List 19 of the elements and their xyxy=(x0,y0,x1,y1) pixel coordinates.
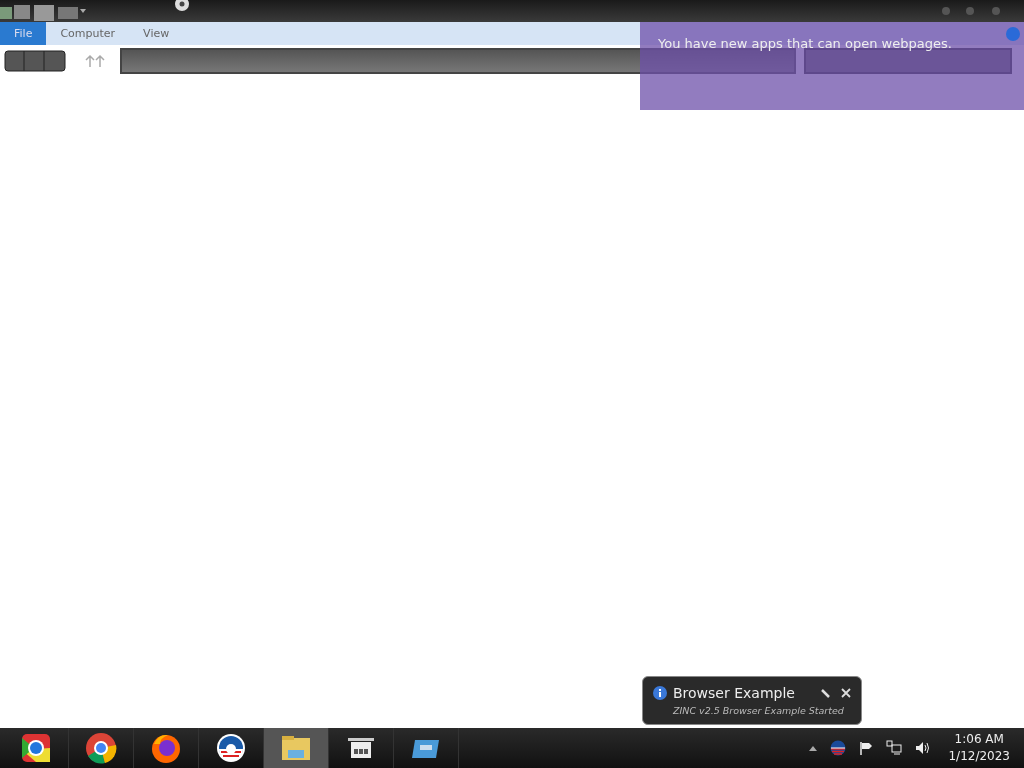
flag-badge-icon[interactable] xyxy=(830,740,847,756)
gear-icon[interactable] xyxy=(174,0,190,12)
info-icon xyxy=(653,686,667,700)
flag-icon[interactable] xyxy=(858,740,875,756)
navigation-buttons-icon[interactable] xyxy=(4,49,66,73)
balloon-message: ZINC v2.5 Browser Example Started xyxy=(672,705,845,716)
network-icon[interactable] xyxy=(886,740,903,756)
show-hidden-icons-icon[interactable] xyxy=(808,744,819,752)
ribbon-tab[interactable]: Computer xyxy=(46,22,130,45)
close-icon[interactable] xyxy=(841,688,851,698)
clock-date: 1/12/2023 xyxy=(948,748,1010,765)
clock-time: 1:06 AM xyxy=(954,731,1004,748)
new-apps-toast[interactable]: You have new apps that can open webpages. xyxy=(640,22,1024,110)
balloon-title: Browser Example xyxy=(673,685,796,701)
folder-icon[interactable] xyxy=(264,728,329,768)
speaker-icon[interactable] xyxy=(914,740,931,756)
ribbon-tab[interactable]: View xyxy=(129,22,184,45)
ribbon-tab[interactable]: File xyxy=(0,22,47,45)
notification-message: You have new apps that can open webpages. xyxy=(658,36,952,51)
